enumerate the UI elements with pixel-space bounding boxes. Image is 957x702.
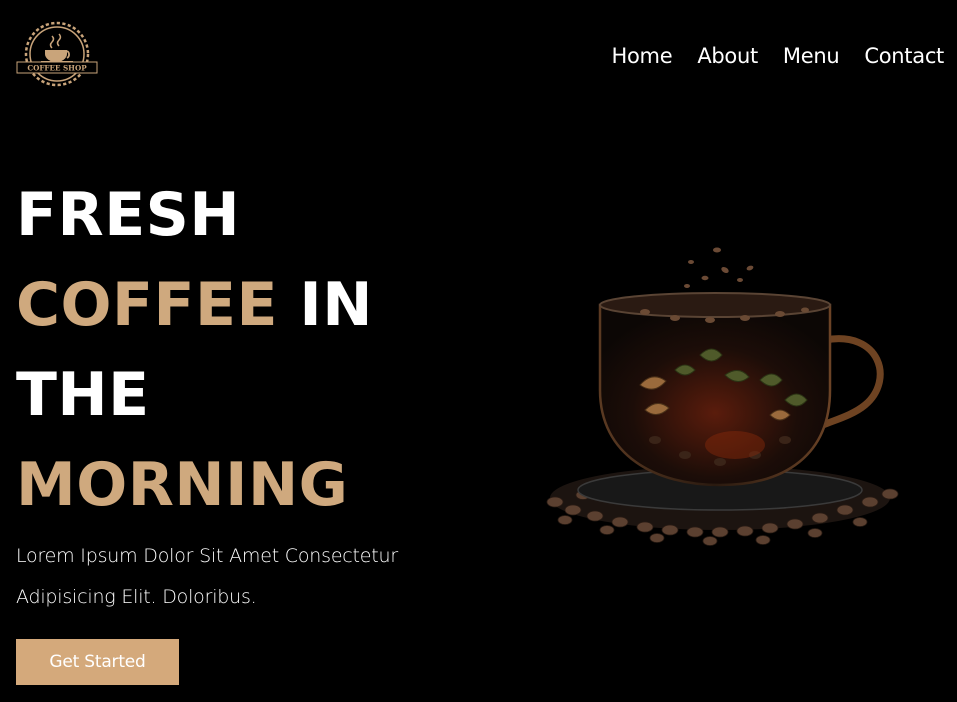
hero-subtext: Lorem Ipsum Dolor Sit Amet Consectetur A… [16,545,398,608]
hero-headline: FRESH COFFEE IN THE MORNING [16,170,373,530]
page: COFFEE SHOP Home About Menu Contact FRES… [0,0,957,702]
nav-contact-link[interactable]: Contact [864,42,944,70]
headline-line-2: COFFEE IN [16,260,373,350]
headline-line-1: FRESH [16,180,241,250]
get-started-button[interactable]: Get Started [16,639,179,685]
nav-home-link[interactable]: Home [612,42,673,70]
nav-menu-link[interactable]: Menu [783,42,840,70]
coffee-cup-with-beans-icon [546,247,899,546]
headline-accent-coffee: COFFEE [16,270,278,340]
nav-about-link[interactable]: About [697,42,758,70]
coffee-shop-logo[interactable]: COFFEE SHOP [15,18,99,88]
logo-text: COFFEE SHOP [27,64,87,73]
headline-in: IN [299,270,373,340]
headline-accent-morning: MORNING [16,450,349,520]
main-nav: Home About Menu Contact [612,42,945,70]
headline-line-3: THE [16,360,150,430]
